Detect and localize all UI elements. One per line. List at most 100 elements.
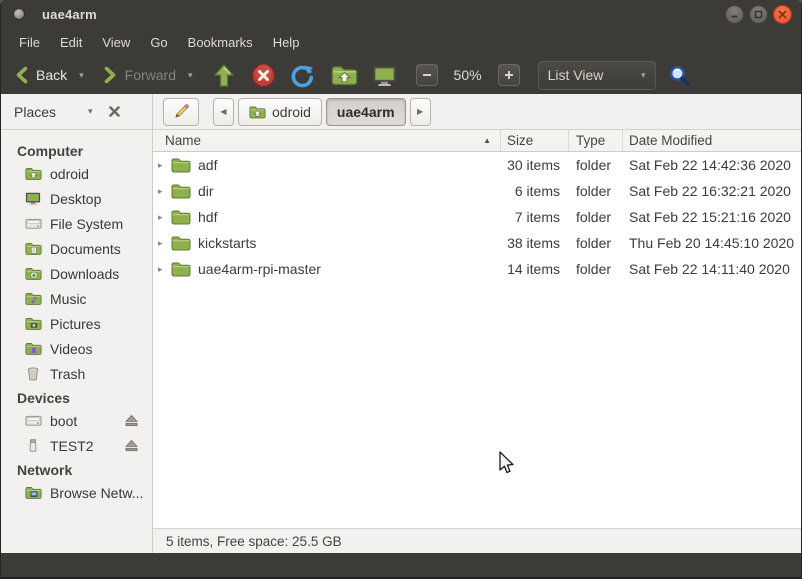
file-date-modified: Sat Feb 22 14:42:36 2020 bbox=[623, 157, 801, 173]
network-folder-icon bbox=[25, 485, 42, 500]
places-sidebar: Computer odroid Desktop File System Docu… bbox=[1, 130, 153, 553]
minimize-button[interactable] bbox=[725, 5, 744, 24]
column-label: Size bbox=[507, 133, 533, 148]
table-row-kickstarts[interactable]: ▸kickstarts 38 items folder Thu Feb 20 1… bbox=[153, 230, 801, 256]
column-header-type[interactable]: Type bbox=[569, 130, 623, 151]
sidebar-item-videos[interactable]: Videos bbox=[1, 336, 152, 361]
expander-icon[interactable]: ▸ bbox=[158, 238, 169, 249]
menu-help[interactable]: Help bbox=[263, 32, 310, 53]
statusbar: 5 items, Free space: 25.5 GB bbox=[153, 528, 801, 553]
path-scroll-left-button[interactable]: ◀ bbox=[213, 98, 234, 126]
sidebar-item-desktop[interactable]: Desktop bbox=[1, 186, 152, 211]
menu-view[interactable]: View bbox=[92, 32, 140, 53]
app-icon bbox=[13, 8, 25, 20]
expander-icon[interactable]: ▸ bbox=[158, 160, 169, 171]
column-header-size[interactable]: Size bbox=[501, 130, 569, 151]
eject-icon bbox=[124, 414, 139, 427]
sidebar-item-downloads[interactable]: Downloads bbox=[1, 261, 152, 286]
file-manager-window: uae4arm File Edit View Go Bookmarks Help… bbox=[0, 0, 802, 579]
close-icon bbox=[778, 10, 787, 19]
sidebar-item-label: File System bbox=[50, 216, 123, 232]
search-button[interactable] bbox=[668, 64, 691, 87]
column-header-date-modified[interactable]: Date Modified bbox=[623, 130, 801, 151]
menu-edit[interactable]: Edit bbox=[50, 32, 92, 53]
sidebar-item-label: boot bbox=[50, 413, 77, 429]
table-row-dir[interactable]: ▸dir 6 items folder Sat Feb 22 16:32:21 … bbox=[153, 178, 801, 204]
sidebar-section-devices: Devices bbox=[1, 386, 152, 408]
drive-icon bbox=[25, 413, 42, 428]
zoom-in-icon bbox=[504, 70, 514, 80]
places-caret-icon[interactable]: ▾ bbox=[88, 106, 93, 117]
home-folder-icon bbox=[331, 64, 358, 86]
view-mode-select[interactable]: List View ▾ bbox=[538, 61, 656, 90]
file-date-modified: Sat Feb 22 16:32:21 2020 bbox=[623, 183, 801, 199]
path-scroll-right-button[interactable]: ▶ bbox=[410, 98, 431, 126]
table-row-adf[interactable]: ▸adf 30 items folder Sat Feb 22 14:42:36… bbox=[153, 152, 801, 178]
file-type: folder bbox=[569, 235, 623, 251]
pencil-icon bbox=[173, 103, 190, 120]
forward-history-caret[interactable]: ▾ bbox=[188, 70, 193, 81]
edit-path-button[interactable] bbox=[163, 98, 199, 126]
breadcrumb-uae4arm[interactable]: uae4arm bbox=[326, 98, 406, 126]
search-icon bbox=[668, 64, 691, 87]
sidebar-item-file-system[interactable]: File System bbox=[1, 211, 152, 236]
expander-icon[interactable]: ▸ bbox=[158, 212, 169, 223]
folder-icon bbox=[171, 183, 191, 199]
sidebar-item-odroid[interactable]: odroid bbox=[1, 161, 152, 186]
side-pane-close-button[interactable] bbox=[109, 106, 120, 117]
stop-button[interactable] bbox=[251, 63, 276, 88]
sidebar-item-browse-network[interactable]: Browse Netw... bbox=[1, 480, 152, 505]
sidebar-item-music[interactable]: Music bbox=[1, 286, 152, 311]
refresh-button[interactable] bbox=[290, 63, 315, 88]
close-button[interactable] bbox=[773, 5, 792, 24]
sort-ascending-icon: ▲ bbox=[483, 136, 491, 145]
sidebar-item-label: Videos bbox=[50, 341, 93, 357]
back-button[interactable]: Back ▾ bbox=[9, 64, 90, 86]
forward-button[interactable]: Forward ▾ bbox=[98, 64, 199, 86]
drive-icon bbox=[25, 216, 42, 231]
column-label: Name bbox=[165, 133, 201, 148]
maximize-button[interactable] bbox=[749, 5, 768, 24]
expander-icon[interactable]: ▸ bbox=[158, 186, 169, 197]
sidebar-item-pictures[interactable]: Pictures bbox=[1, 311, 152, 336]
file-name: hdf bbox=[198, 209, 217, 225]
toolbar: Back ▾ Forward ▾ bbox=[1, 56, 801, 94]
videos-folder-icon bbox=[25, 341, 42, 356]
file-date-modified: Sat Feb 22 14:11:40 2020 bbox=[623, 261, 801, 277]
file-rows: ▸adf 30 items folder Sat Feb 22 14:42:36… bbox=[153, 152, 801, 528]
table-row-uae4arm-rpi-master[interactable]: ▸uae4arm-rpi-master 14 items folder Sat … bbox=[153, 256, 801, 282]
file-size: 7 items bbox=[501, 209, 569, 225]
eject-test2-button[interactable] bbox=[124, 439, 139, 452]
menu-file[interactable]: File bbox=[9, 32, 50, 53]
file-list-pane: Name ▲ Size Type Date Modified ▸adf 30 i… bbox=[153, 130, 801, 553]
file-type: folder bbox=[569, 183, 623, 199]
places-selector[interactable]: Places bbox=[14, 104, 56, 120]
home-button[interactable] bbox=[331, 64, 358, 86]
sidebar-item-label: Desktop bbox=[50, 191, 101, 207]
breadcrumb-odroid[interactable]: odroid bbox=[238, 98, 322, 126]
titlebar[interactable]: uae4arm bbox=[1, 0, 801, 28]
desktop-button[interactable] bbox=[372, 64, 397, 87]
eject-boot-button[interactable] bbox=[124, 414, 139, 427]
column-header-name[interactable]: Name ▲ bbox=[153, 130, 501, 151]
file-name: dir bbox=[198, 183, 214, 199]
back-history-caret[interactable]: ▾ bbox=[79, 70, 84, 81]
up-arrow-icon bbox=[213, 63, 235, 88]
menu-bookmarks[interactable]: Bookmarks bbox=[178, 32, 263, 53]
zoom-in-button[interactable] bbox=[498, 64, 520, 86]
sidebar-item-trash[interactable]: Trash bbox=[1, 361, 152, 386]
sidebar-item-test2[interactable]: TEST2 bbox=[1, 433, 152, 458]
zoom-out-button[interactable] bbox=[416, 64, 438, 86]
sidebar-item-label: Browse Netw... bbox=[50, 485, 143, 501]
folder-icon bbox=[171, 209, 191, 225]
up-button[interactable] bbox=[213, 63, 235, 88]
sidebar-item-boot[interactable]: boot bbox=[1, 408, 152, 433]
menu-go[interactable]: Go bbox=[140, 32, 177, 53]
table-row-hdf[interactable]: ▸hdf 7 items folder Sat Feb 22 15:21:16 … bbox=[153, 204, 801, 230]
right-arrow-icon: ▶ bbox=[417, 107, 423, 116]
back-label: Back bbox=[36, 67, 67, 83]
sidebar-item-documents[interactable]: Documents bbox=[1, 236, 152, 261]
sidebar-item-label: TEST2 bbox=[50, 438, 94, 454]
expander-icon[interactable]: ▸ bbox=[158, 264, 169, 275]
file-name: kickstarts bbox=[198, 235, 256, 251]
